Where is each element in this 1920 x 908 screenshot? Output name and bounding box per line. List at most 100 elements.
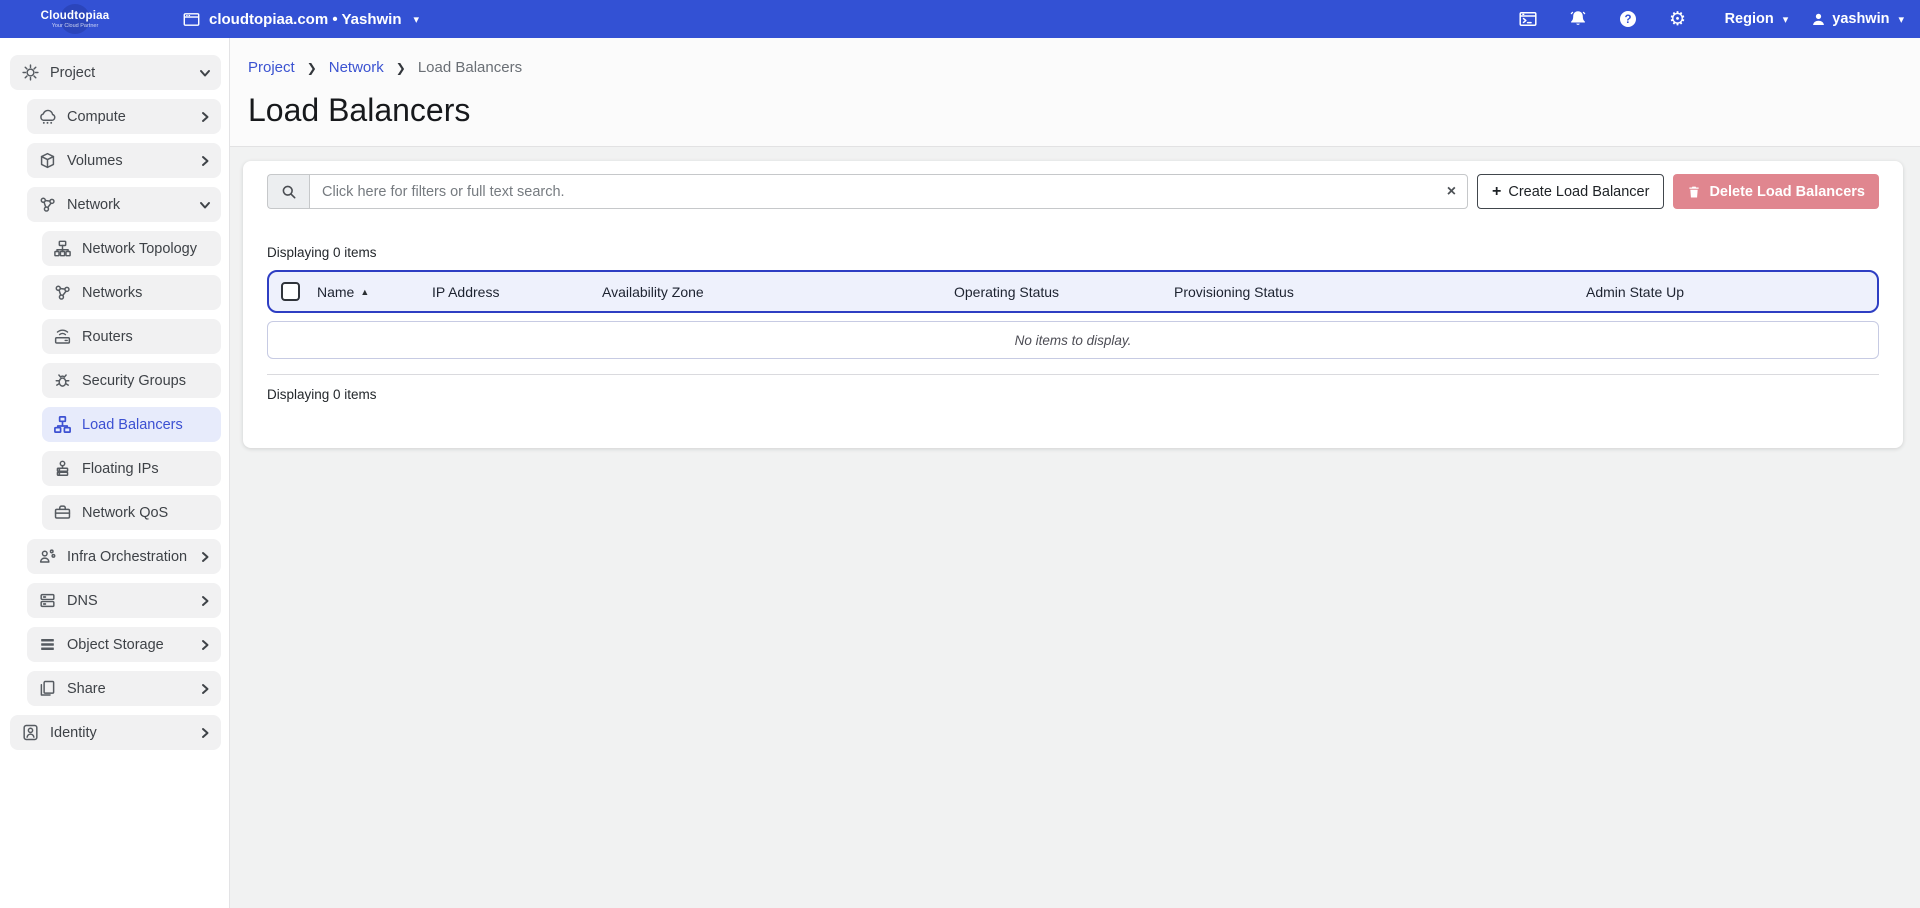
- delete-load-balancers-button[interactable]: Delete Load Balancers: [1673, 174, 1879, 209]
- region-dropdown[interactable]: Region ▾: [1725, 11, 1789, 27]
- sidebar-item-label: Network Topology: [82, 241, 197, 257]
- sidebar-item-label: Routers: [82, 329, 133, 345]
- object-storage-icon: [37, 635, 57, 655]
- sidebar-item-label: Volumes: [67, 153, 123, 169]
- chevron-right-icon: [199, 595, 211, 607]
- domain-project-switcher[interactable]: cloudtopiaa.com • Yashwin ▾: [182, 10, 419, 29]
- chevron-down-icon: ▾: [1898, 13, 1904, 26]
- gear-button[interactable]: ⚙: [1653, 9, 1703, 29]
- sidebar-item-label: Project: [50, 65, 95, 81]
- displaying-count-bottom: Displaying 0 items: [267, 387, 1879, 402]
- chevron-right-icon: [199, 155, 211, 167]
- column-header-admin-state-up[interactable]: Admin State Up: [1580, 284, 1877, 300]
- sidebar-item-network-topology[interactable]: Network Topology: [42, 231, 221, 266]
- sidebar-item-dns[interactable]: DNS: [27, 583, 221, 618]
- column-header-provisioning-status[interactable]: Provisioning Status: [1168, 284, 1580, 300]
- empty-table-message: No items to display.: [267, 321, 1879, 359]
- sidebar-item-networks[interactable]: Networks: [42, 275, 221, 310]
- main-area: Project ❯ Network ❯ Load Balancers Load …: [230, 38, 1920, 908]
- user-icon: [1810, 11, 1827, 28]
- displaying-count-top: Displaying 0 items: [267, 245, 1879, 260]
- region-label: Region: [1725, 11, 1774, 27]
- toolbar: × + Create Load Balancer Delete Load Bal…: [267, 174, 1879, 209]
- chevron-right-icon: [199, 639, 211, 651]
- sidebar-item-compute[interactable]: Compute: [27, 99, 221, 134]
- sidebar-item-label: Network: [67, 197, 120, 213]
- column-label: Admin State Up: [1586, 284, 1684, 300]
- column-label: Availability Zone: [602, 284, 704, 300]
- chevron-right-icon: [199, 683, 211, 695]
- sidebar-item-load-balancers[interactable]: Load Balancers: [42, 407, 221, 442]
- window-icon: [182, 10, 201, 29]
- chevron-right-icon: [199, 727, 211, 739]
- search-group: ×: [267, 174, 1468, 209]
- terminal-button[interactable]: [1503, 9, 1553, 29]
- sidebar-nav: Project Compute Volumes Network Network Topo…: [0, 38, 230, 908]
- create-button-label: Create Load Balancer: [1508, 184, 1649, 200]
- sidebar-item-volumes[interactable]: Volumes: [27, 143, 221, 178]
- user-label: yashwin: [1832, 11, 1889, 27]
- top-navbar: Cloudtopiaa Your Cloud Partner cloudtopi…: [0, 0, 1920, 38]
- help-icon: ?: [1618, 9, 1638, 29]
- routers-icon: [52, 327, 72, 347]
- breadcrumb-network[interactable]: Network: [329, 58, 384, 78]
- sidebar-item-label: Network QoS: [82, 505, 168, 521]
- network-topology-icon: [52, 239, 72, 259]
- cloudtopiaa-logo[interactable]: Cloudtopiaa Your Cloud Partner: [0, 0, 150, 38]
- table-footer-divider: [267, 374, 1879, 375]
- sidebar-item-object-storage[interactable]: Object Storage: [27, 627, 221, 662]
- sidebar-item-label: Identity: [50, 725, 97, 741]
- sidebar-item-label: Floating IPs: [82, 461, 159, 477]
- column-header-availability-zone[interactable]: Availability Zone: [596, 284, 948, 300]
- sidebar-item-infra-orchestration[interactable]: Infra Orchestration: [27, 539, 221, 574]
- search-input[interactable]: [309, 174, 1468, 209]
- load-balancers-icon: [52, 415, 72, 435]
- sidebar-item-label: Infra Orchestration: [67, 549, 187, 565]
- trash-icon: [1687, 185, 1701, 199]
- sidebar-item-project[interactable]: Project: [10, 55, 221, 90]
- sort-ascending-icon: ▲: [360, 287, 369, 297]
- volumes-icon: [37, 151, 57, 171]
- share-icon: [37, 679, 57, 699]
- sidebar-item-routers[interactable]: Routers: [42, 319, 221, 354]
- sidebar-item-label: DNS: [67, 593, 98, 609]
- create-load-balancer-button[interactable]: + Create Load Balancer: [1477, 174, 1664, 209]
- logo-title: Cloudtopiaa: [41, 10, 110, 22]
- sidebar-item-floating-ips[interactable]: Floating IPs: [42, 451, 221, 486]
- clear-search-button[interactable]: ×: [1447, 174, 1456, 209]
- bell-icon: [1568, 9, 1588, 29]
- sidebar-item-label: Networks: [82, 285, 142, 301]
- sidebar-item-label: Security Groups: [82, 373, 186, 389]
- table-header-row: Name ▲ IP Address Availability Zone Operatin…: [267, 270, 1879, 313]
- chevron-down-icon: [199, 199, 211, 211]
- select-all-checkbox[interactable]: [281, 282, 300, 301]
- search-button[interactable]: [267, 174, 309, 209]
- logo-tagline: Your Cloud Partner: [52, 23, 99, 29]
- column-label: IP Address: [432, 284, 499, 300]
- sidebar-item-label: Object Storage: [67, 637, 164, 653]
- column-label: Name: [317, 284, 354, 300]
- column-header-operating-status[interactable]: Operating Status: [948, 284, 1168, 300]
- column-header-ip-address[interactable]: IP Address: [426, 284, 596, 300]
- sidebar-item-share[interactable]: Share: [27, 671, 221, 706]
- sidebar-item-network[interactable]: Network: [27, 187, 221, 222]
- compute-icon: [37, 107, 57, 127]
- floating-ips-icon: [52, 459, 72, 479]
- column-header-name[interactable]: Name ▲: [311, 284, 426, 300]
- sidebar-item-security-groups[interactable]: Security Groups: [42, 363, 221, 398]
- chevron-right-icon: [199, 111, 211, 123]
- breadcrumb-project[interactable]: Project: [248, 58, 295, 78]
- chevron-right-icon: ❯: [307, 58, 317, 78]
- navbar-actions: ? ⚙ Region ▾ yashwin ▾: [1503, 9, 1920, 29]
- select-all-cell: [269, 282, 311, 301]
- chevron-down-icon: ▾: [414, 13, 420, 26]
- sidebar-item-network-qos[interactable]: Network QoS: [42, 495, 221, 530]
- search-icon: [281, 184, 297, 200]
- column-label: Operating Status: [954, 284, 1059, 300]
- chevron-down-icon: ▾: [1783, 13, 1789, 26]
- sidebar-item-label: Load Balancers: [82, 417, 183, 433]
- sidebar-item-identity[interactable]: Identity: [10, 715, 221, 750]
- help-button[interactable]: ?: [1603, 9, 1653, 29]
- bell-button[interactable]: [1553, 9, 1603, 29]
- user-menu[interactable]: yashwin ▾: [1810, 11, 1904, 28]
